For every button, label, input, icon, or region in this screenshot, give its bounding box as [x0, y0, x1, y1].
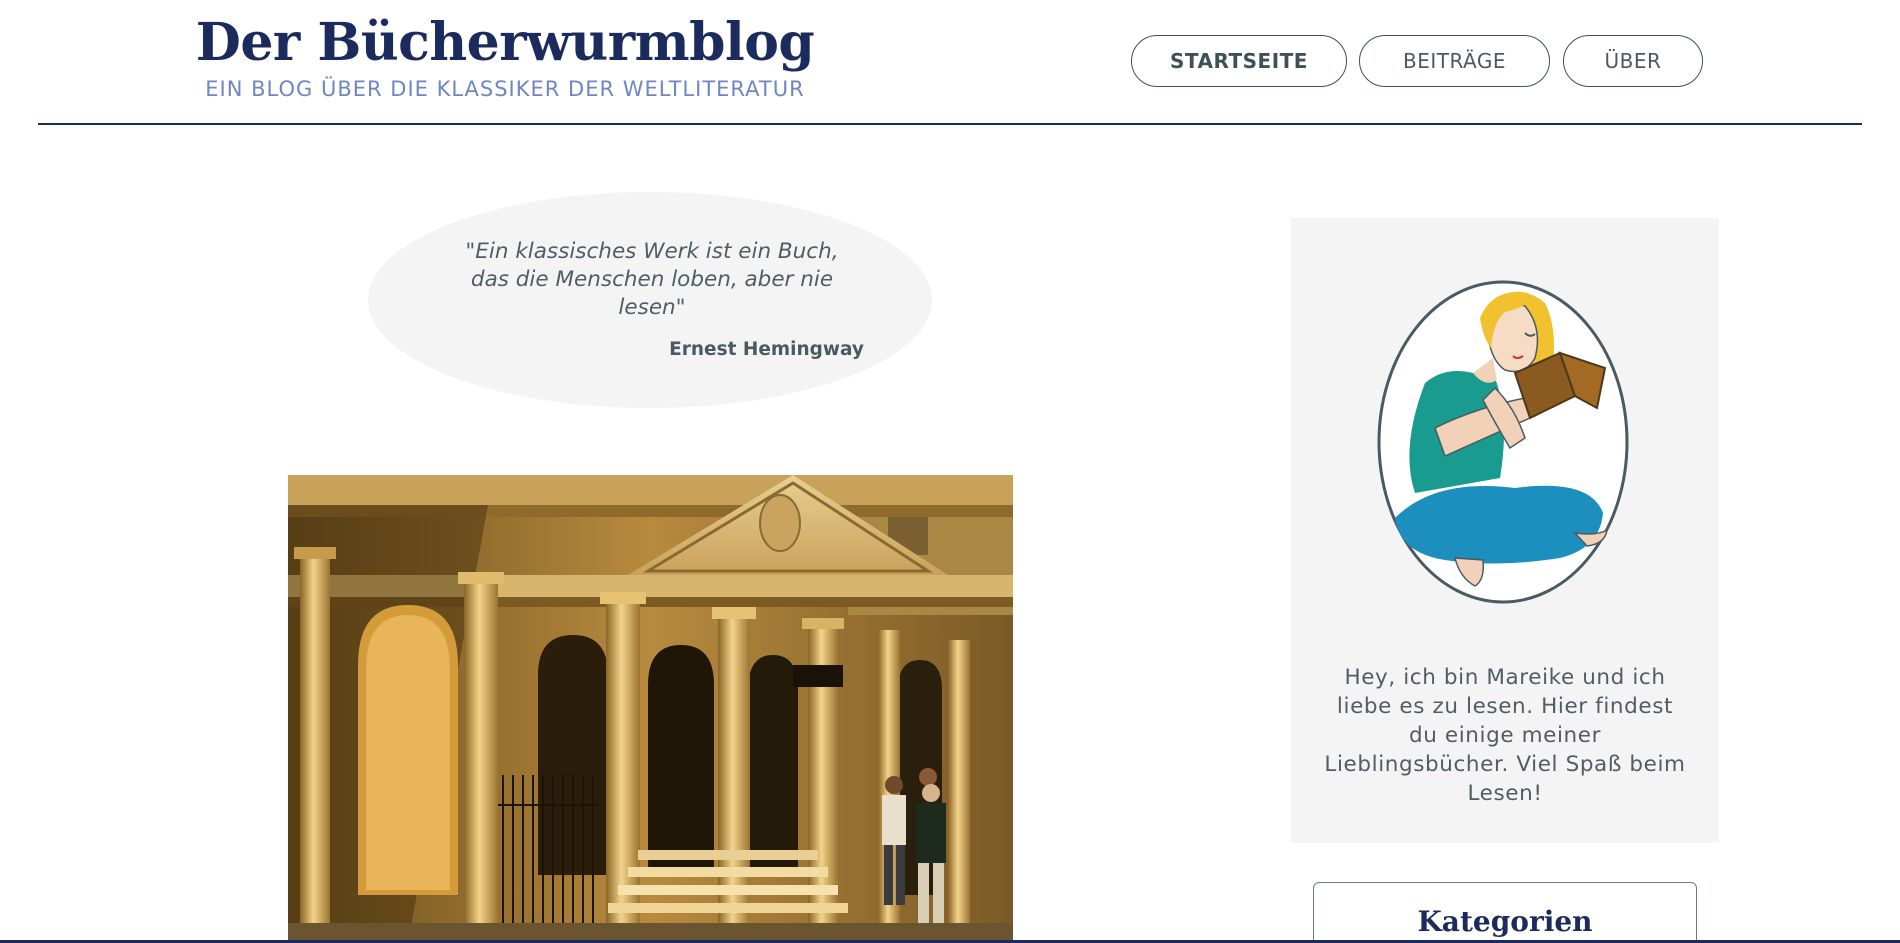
nav-ueber-button[interactable]: ÜBER: [1563, 35, 1703, 87]
quote-author: Ernest Hemingway: [669, 339, 864, 360]
building-photo: [288, 475, 1013, 943]
categories-heading: Kategorien: [1417, 905, 1593, 938]
site-subtitle: EIN BLOG ÜBER DIE KLASSIKER DER WELTLITE…: [205, 77, 805, 101]
author-bio: Hey, ich bin Mareike und ich liebe es zu…: [1324, 665, 1686, 806]
reading-girl-avatar: [1377, 280, 1629, 604]
nav-startseite-button[interactable]: STARTSEITE: [1131, 35, 1347, 87]
header-divider: [38, 123, 1862, 125]
page: Der Bücherwurmblog EIN BLOG ÜBER DIE KLA…: [0, 0, 1900, 943]
site-title[interactable]: Der Bücherwurmblog: [182, 8, 828, 78]
nav-beitraege-button[interactable]: BEITRÄGE: [1359, 35, 1550, 87]
quote-text: "Ein klassisches Werk ist ein Buch, das …: [465, 239, 839, 320]
